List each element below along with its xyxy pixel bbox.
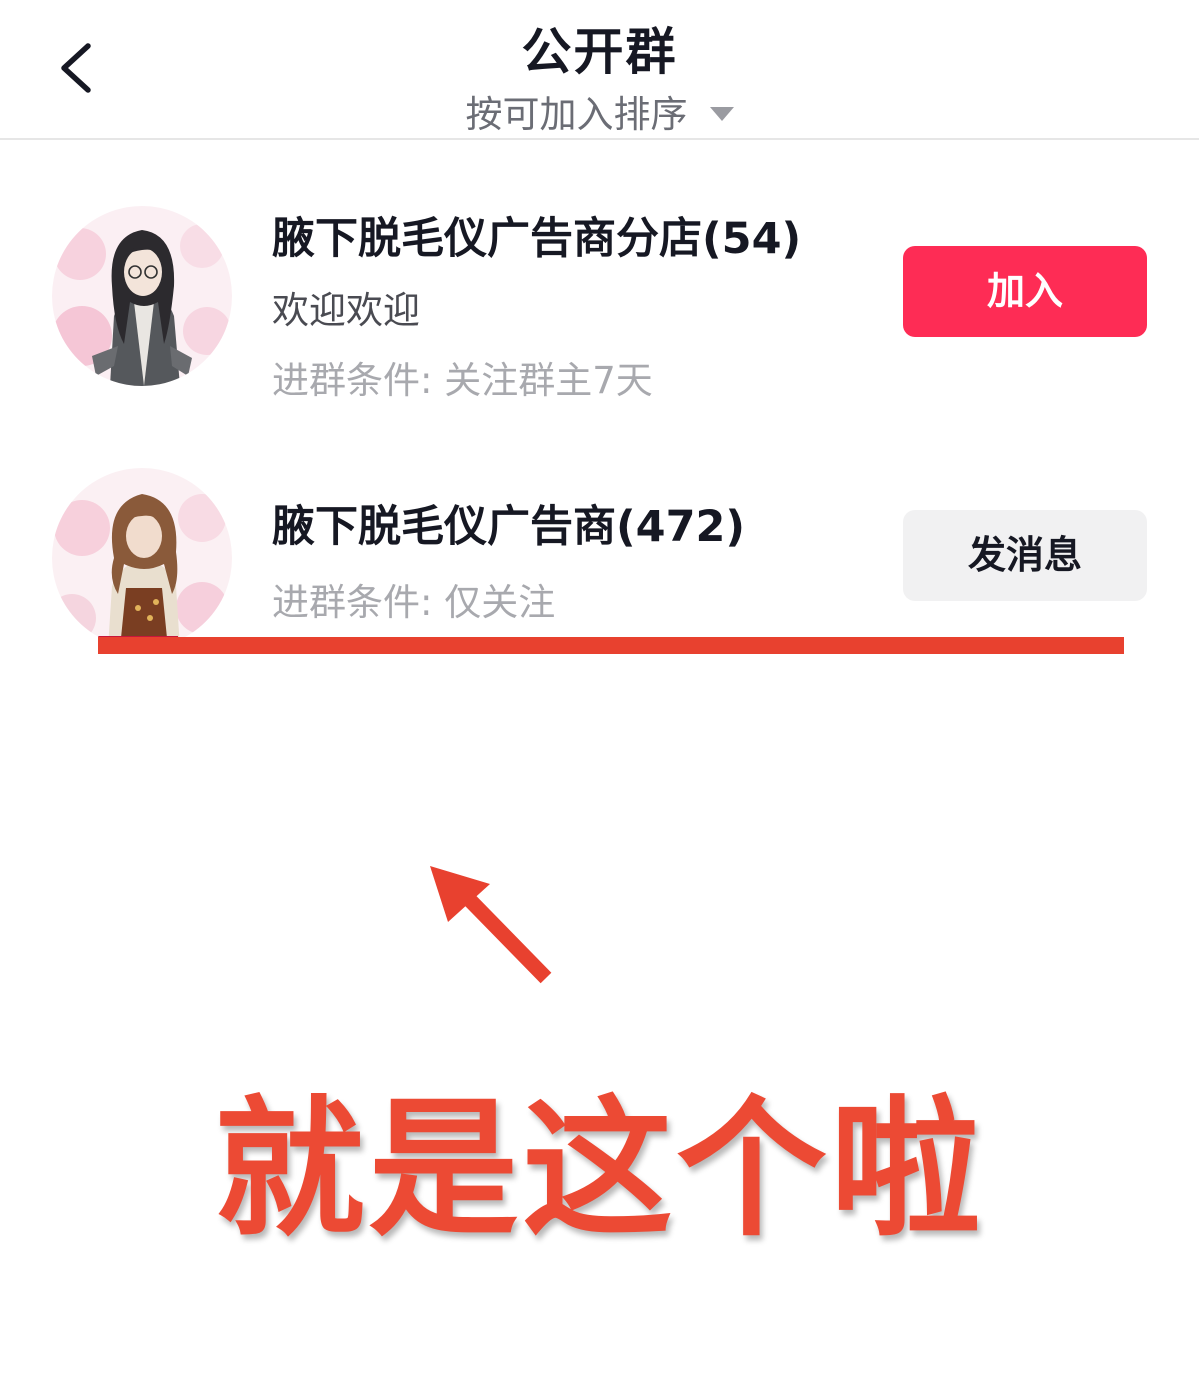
group-list-item[interactable]: 腋下脱毛仪广告商(472) 进群条件: 仅关注 发消息 <box>0 440 1199 648</box>
sort-label: 按可加入排序 <box>465 93 688 136</box>
caret-down-icon <box>709 106 734 121</box>
group-avatar <box>52 468 232 648</box>
group-avatar <box>52 206 232 386</box>
annotation-text: 就是这个啦 <box>214 1083 985 1257</box>
group-name: 腋下脱毛仪广告商(472) <box>272 502 746 552</box>
join-button[interactable]: 加入 <box>903 246 1147 337</box>
top-bar: 公开群 按可加入排序 <box>0 0 1199 140</box>
page-title: 公开群 <box>521 23 678 81</box>
group-description: 欢迎欢迎 <box>272 289 420 332</box>
send-message-button[interactable]: 发消息 <box>903 510 1147 601</box>
highlight-underline <box>98 637 1124 654</box>
sort-dropdown[interactable]: 按可加入排序 <box>0 84 1199 138</box>
join-condition: 进群条件: 关注群主7天 <box>272 359 653 402</box>
join-condition: 进群条件: 仅关注 <box>272 581 556 624</box>
group-list-item[interactable]: 腋下脱毛仪广告商分店(54) 欢迎欢迎 进群条件: 关注群主7天 加入 <box>0 180 1199 410</box>
group-name: 腋下脱毛仪广告商分店(54) <box>272 214 802 264</box>
annotation-arrow-icon <box>420 860 570 1000</box>
